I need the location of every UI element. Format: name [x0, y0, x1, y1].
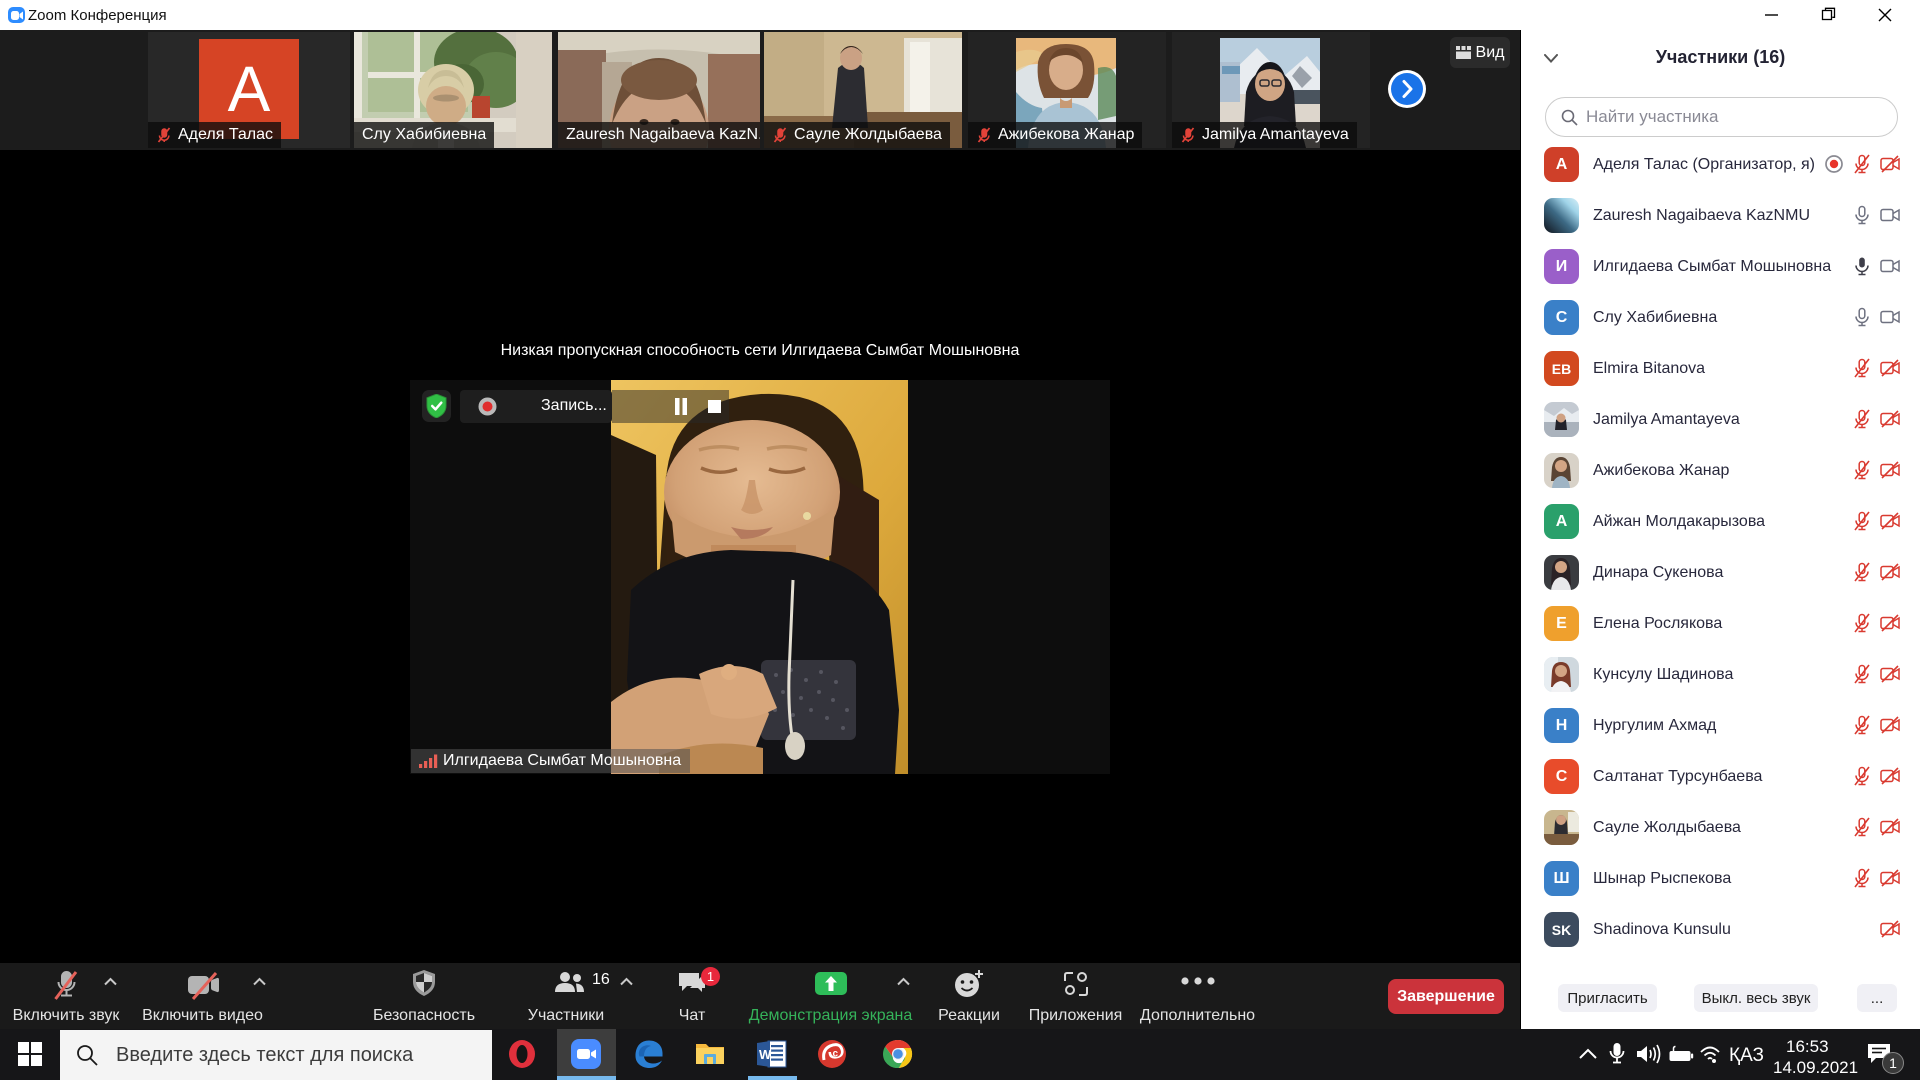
- svg-text:W: W: [759, 1047, 772, 1062]
- svg-text:c: c: [833, 1049, 839, 1060]
